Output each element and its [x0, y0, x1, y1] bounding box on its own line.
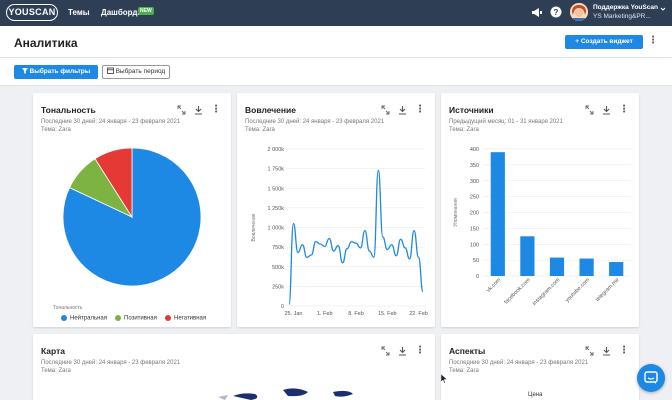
y-tick-label: 200 [470, 211, 479, 217]
engagement-line-chart: 0 250k 500k 750k 1 000k 1 250k 1 500k 1 750k 2 0… [251, 147, 428, 317]
sentiment-widget: Тональность Последние 30 дней: 24 января… [33, 93, 231, 327]
select-period-button[interactable]: Выбрать период [102, 65, 170, 79]
x-tick-label: 22. Feb [409, 311, 428, 317]
y-tick-label: 250k [272, 284, 284, 290]
aspect-label: Цена [528, 392, 543, 398]
y-axis-title: Упоминания [453, 198, 459, 227]
y-tick-label: 100 [470, 242, 479, 248]
y-tick-label: 1 250k [267, 206, 284, 212]
y-tick-label: 0 [476, 274, 479, 280]
sources-bar-chart: 0 50 100 150 200 250 300 350 400 vk.com facebook.c… [453, 147, 631, 307]
x-tick-label: vk.com [486, 277, 503, 294]
help-icon[interactable]: ? [550, 6, 562, 18]
legend-title: Тональность [53, 305, 83, 311]
legend-dot [115, 315, 121, 321]
select-period-label: Выбрать период [115, 68, 166, 75]
download-icon[interactable] [602, 346, 611, 356]
bar-instagram.com[interactable] [549, 257, 565, 276]
bar-facebook.com[interactable] [520, 236, 535, 276]
create-widget-label: Создать виджет [580, 38, 633, 45]
widget-period: Последние 30 дней: 24 января - 23 феврал… [449, 360, 589, 366]
legend-dot [61, 315, 67, 321]
legend-label: Позитивная [124, 315, 157, 322]
top-navigation-bar: YOUSCAN Темы Дашборды NEW ? Поддержка Yo… [0, 0, 672, 26]
page-title: Аналитика [14, 36, 78, 50]
legend-item-positive[interactable]: Позитивная [115, 315, 157, 322]
y-tick-label: 250 [470, 195, 479, 201]
chevron-down-icon[interactable] [660, 6, 666, 12]
x-tick-label: 8. Feb [348, 311, 364, 317]
legend-item-neutral[interactable]: Нейтральная [61, 315, 107, 322]
map-widget: Карта Последние 30 дней: 24 января - 23 … [33, 334, 435, 400]
y-tick-label: 300 [470, 179, 479, 185]
sentiment-pie-chart [62, 147, 202, 287]
engagement-series-line [288, 169, 424, 306]
aspects-widget: Аспекты Последние 30 дней: 24 января - 2… [441, 334, 639, 400]
x-tick-label: facebook.com [503, 277, 532, 306]
widget-title: Аспекты [449, 346, 486, 356]
create-widget-button[interactable]: + Создать виджет [565, 35, 643, 49]
x-tick-label: telegram.me [595, 277, 621, 303]
y-tick-label: 1 750k [267, 167, 284, 173]
legend-item-negative[interactable]: Негативная [165, 315, 206, 322]
y-tick-label: 1 000k [267, 226, 284, 232]
select-filters-label: Выбрать фильтры [29, 68, 91, 75]
user-avatar[interactable] [570, 3, 588, 21]
y-tick-label: 50 [473, 258, 479, 264]
calendar-icon [106, 67, 114, 74]
sources-widget: Источники Предыдущий месяц: 01 - 31 янва… [441, 93, 639, 327]
more-options-icon[interactable]: ⋮ [648, 36, 658, 48]
filter-icon [21, 68, 28, 74]
bar-telegram.me[interactable] [609, 262, 624, 276]
y-tick-label: 0 [281, 304, 284, 310]
x-tick-label: youtube.com [564, 277, 591, 304]
expand-icon[interactable] [585, 346, 594, 356]
widget-topic: Тема: Zara [449, 368, 479, 374]
y-tick-label: 400 [470, 147, 479, 153]
support-chat-button[interactable] [637, 364, 665, 392]
widget-menu-icon[interactable]: ⋮ [619, 346, 629, 358]
legend-label: Негативная [174, 315, 207, 322]
engagement-widget: Вовлечение Последние 30 дней: 24 января … [237, 93, 435, 327]
x-tick-label: 1. Feb [317, 311, 333, 317]
y-tick-label: 750k [272, 245, 284, 251]
user-name[interactable]: Поддержка YouScan [593, 4, 658, 11]
x-tick-label: instagram.com [532, 277, 562, 307]
svg-text:?: ? [554, 8, 559, 17]
megaphone-icon[interactable] [531, 6, 543, 18]
mouse-cursor-icon [441, 374, 448, 384]
bar-vk.com[interactable] [490, 152, 505, 276]
youscan-logo[interactable]: YOUSCAN [6, 4, 58, 21]
nav-topics[interactable]: Темы [68, 8, 90, 17]
legend-dot [165, 315, 171, 321]
y-tick-label: 500k [272, 265, 284, 271]
bar-youtube.com[interactable] [579, 258, 594, 276]
y-axis-title: Вовлечение [251, 213, 257, 241]
y-tick-label: 2 000k [267, 147, 284, 153]
x-tick-label: 15. Feb [378, 311, 397, 317]
page-header: Аналитика + Создать виджет ⋮ [0, 26, 672, 58]
select-filters-button[interactable]: Выбрать фильтры [14, 65, 98, 79]
world-map [218, 388, 353, 400]
chat-icon [644, 371, 658, 384]
filter-bar: Выбрать фильтры Выбрать период [0, 58, 672, 86]
legend-label: Нейтральная [70, 315, 107, 322]
x-tick-label: 25. Jan [284, 311, 302, 317]
y-tick-label: 150 [470, 226, 479, 232]
user-organization: YS Marketing&PR... [593, 13, 651, 20]
y-tick-label: 350 [470, 163, 479, 169]
new-badge: NEW [138, 7, 154, 15]
y-tick-label: 1 500k [267, 186, 284, 192]
